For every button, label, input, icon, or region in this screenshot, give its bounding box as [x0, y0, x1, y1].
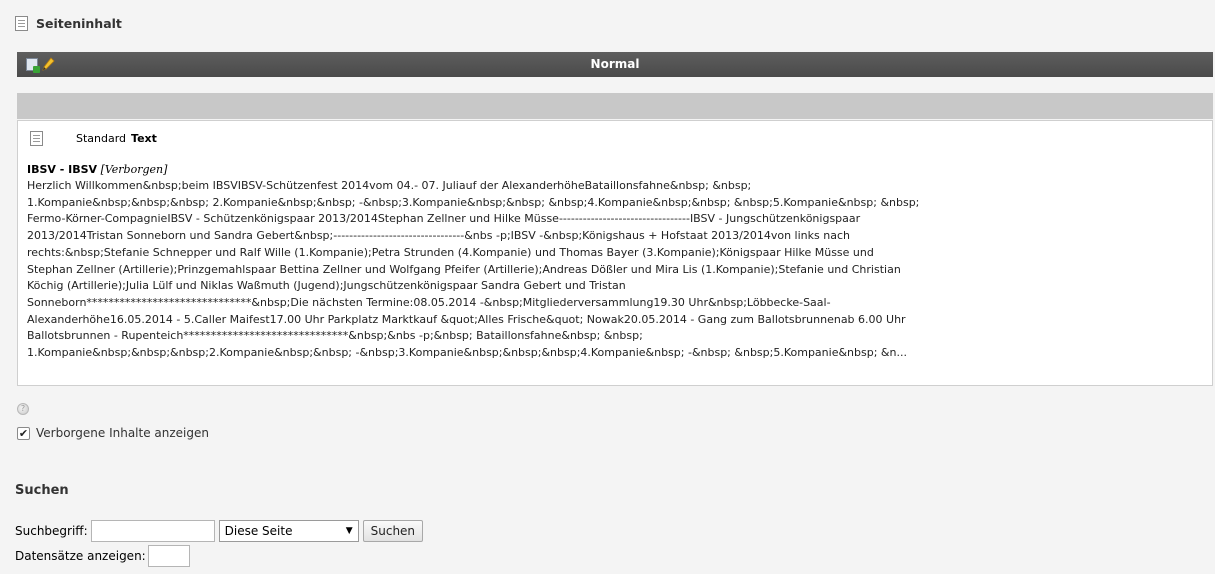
show-hidden-toggle[interactable]: ✔ Verborgene Inhalte anzeigen: [17, 426, 209, 440]
show-hidden-label: Verborgene Inhalte anzeigen: [36, 426, 209, 440]
page-content-icon: [15, 15, 28, 31]
content-element[interactable]: Standard Text IBSV - IBSV [Verborgen] He…: [17, 120, 1213, 386]
help-icon[interactable]: ?: [17, 403, 29, 415]
show-hidden-checkbox[interactable]: ✔: [17, 426, 30, 440]
search-input[interactable]: [90, 520, 215, 542]
element-body-text: Herzlich Willkommen&nbsp;beim IBSVIBSV-S…: [27, 179, 920, 360]
page-header: Seiteninhalt: [15, 14, 122, 32]
column-title: Normal: [590, 57, 640, 71]
page-title: Seiteninhalt: [36, 15, 122, 31]
element-title: IBSV - IBSV: [27, 163, 98, 176]
search-term-label: Suchbegriff:: [15, 524, 88, 538]
content-element-type: Standard Text: [30, 131, 157, 146]
content-type-value: Text: [131, 132, 157, 145]
search-scope-value: Diese Seite: [224, 524, 293, 538]
element-title-line: IBSV - IBSV [Verborgen]: [27, 163, 167, 176]
content-type-label: Standard: [76, 132, 127, 145]
search-row: Suchbegriff: Diese Seite ▼ Suchen: [15, 520, 424, 542]
records-label: Datensätze anzeigen:: [15, 549, 146, 563]
hidden-flag: [Verborgen]: [100, 163, 168, 176]
records-input[interactable]: [147, 545, 190, 567]
search-scope-select[interactable]: Diese Seite ▼: [218, 520, 359, 542]
records-row: Datensätze anzeigen:: [15, 545, 190, 567]
column-header-bar: Normal: [17, 52, 1213, 77]
search-button[interactable]: Suchen: [362, 520, 424, 542]
content-element-header-strip: [17, 93, 1213, 119]
chevron-down-icon: ▼: [345, 526, 353, 536]
search-heading: Suchen: [15, 483, 69, 498]
text-content-icon: [30, 131, 43, 146]
